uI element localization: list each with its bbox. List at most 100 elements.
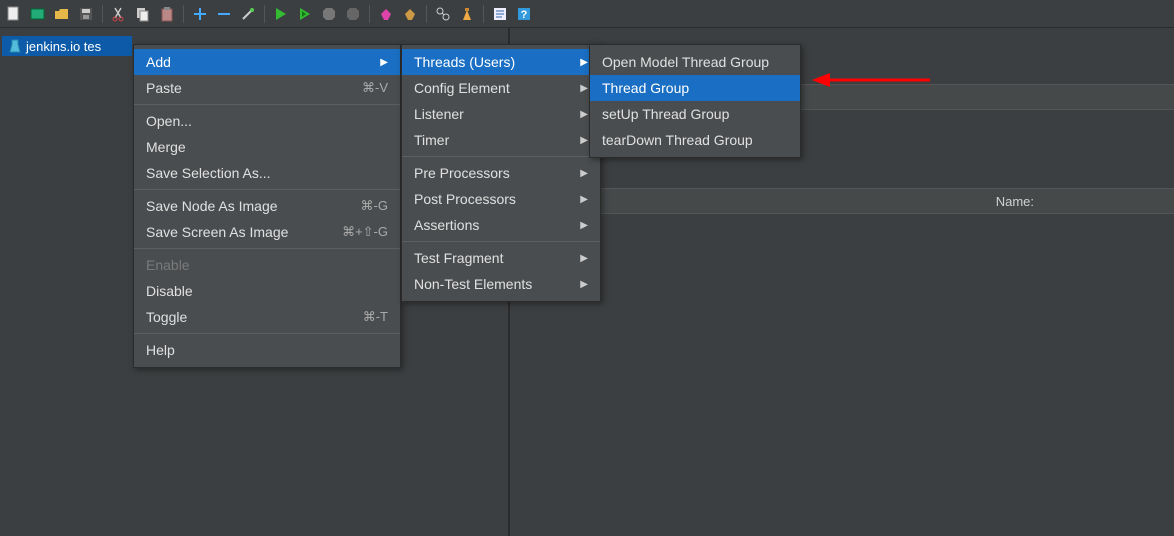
menu-item-label: Non-Test Elements xyxy=(414,276,580,292)
add-submenu-item[interactable]: Assertions▶ xyxy=(402,212,600,238)
menu-item-label: Save Selection As... xyxy=(146,165,388,181)
menu-item-label: Config Element xyxy=(414,80,580,96)
threads-submenu-item[interactable]: tearDown Thread Group xyxy=(590,127,800,153)
context-menu-add: Threads (Users)▶Config Element▶Listener▶… xyxy=(401,44,601,302)
menu-item-label: Merge xyxy=(146,139,388,155)
save-icon[interactable] xyxy=(76,4,96,24)
menu-item-label: Assertions xyxy=(414,217,580,233)
submenu-arrow-icon: ▶ xyxy=(580,135,588,146)
submenu-arrow-icon: ▶ xyxy=(580,279,588,290)
separator xyxy=(102,5,103,23)
context-menu-item[interactable]: Paste ⌘-V xyxy=(134,75,400,101)
menu-separator xyxy=(402,156,600,157)
menu-shortcut: ⌘-G xyxy=(361,198,388,214)
menu-item-label: Open Model Thread Group xyxy=(602,54,788,70)
clear-all-icon[interactable] xyxy=(400,4,420,24)
open-icon[interactable] xyxy=(52,4,72,24)
menu-item-label: Open... xyxy=(146,113,388,129)
cut-icon[interactable] xyxy=(109,4,129,24)
threads-submenu-item[interactable]: setUp Thread Group xyxy=(590,101,800,127)
menu-shortcut: ⌘-T xyxy=(363,309,388,325)
function-helper-icon[interactable] xyxy=(490,4,510,24)
context-menu-item[interactable]: Save Selection As... xyxy=(134,160,400,186)
context-menu-item[interactable]: Save Screen As Image ⌘+⇧-G xyxy=(134,219,400,245)
test-plan-icon xyxy=(8,39,22,53)
add-submenu-item[interactable]: Config Element▶ xyxy=(402,75,600,101)
menu-item-label: Disable xyxy=(146,283,388,299)
clear-icon[interactable] xyxy=(376,4,396,24)
annotation-arrow xyxy=(812,70,932,90)
menu-item-label: Pre Processors xyxy=(414,165,580,181)
new-icon[interactable] xyxy=(4,4,24,24)
separator xyxy=(369,5,370,23)
start-no-timers-icon[interactable] xyxy=(295,4,315,24)
context-menu-item[interactable]: Toggle ⌘-T xyxy=(134,304,400,330)
tree-item-label: jenkins.io tes xyxy=(26,39,101,54)
context-menu-item[interactable]: Add▶ xyxy=(134,49,400,75)
menu-separator xyxy=(134,104,400,105)
add-submenu-item[interactable]: Test Fragment▶ xyxy=(402,245,600,271)
context-menu-main: Add▶ Paste ⌘-V Open... Merge Save Selection A… xyxy=(133,44,401,368)
menu-item-label: Toggle xyxy=(146,309,345,325)
separator xyxy=(264,5,265,23)
menu-item-label: Listener xyxy=(414,106,580,122)
menu-separator xyxy=(402,241,600,242)
separator xyxy=(483,5,484,23)
reset-search-icon[interactable] xyxy=(457,4,477,24)
context-menu-item[interactable]: Merge xyxy=(134,134,400,160)
name-label: Name: xyxy=(996,194,1034,209)
tree-item-test-plan[interactable]: jenkins.io tes xyxy=(2,36,132,56)
svg-text:?: ? xyxy=(521,9,528,21)
add-submenu-item[interactable]: Non-Test Elements▶ xyxy=(402,271,600,297)
add-submenu-item[interactable]: Threads (Users)▶ xyxy=(402,49,600,75)
separator xyxy=(183,5,184,23)
context-menu-item[interactable]: Disable xyxy=(134,278,400,304)
menu-item-label: setUp Thread Group xyxy=(602,106,788,122)
context-menu-item[interactable]: Save Node As Image ⌘-G xyxy=(134,193,400,219)
paste-icon[interactable] xyxy=(157,4,177,24)
menu-item-label: Timer xyxy=(414,132,580,148)
expand-icon[interactable] xyxy=(190,4,210,24)
copy-icon[interactable] xyxy=(133,4,153,24)
context-menu-threads: Open Model Thread Group Thread Group setUp… xyxy=(589,44,801,158)
menu-item-label: tearDown Thread Group xyxy=(602,132,788,148)
templates-icon[interactable] xyxy=(28,4,48,24)
toggle-icon[interactable] xyxy=(238,4,258,24)
submenu-arrow-icon: ▶ xyxy=(380,57,388,68)
context-menu-item[interactable]: Open... xyxy=(134,108,400,134)
submenu-arrow-icon: ▶ xyxy=(580,57,588,68)
menu-shortcut: ⌘-V xyxy=(362,80,388,96)
menu-item-label: Thread Group xyxy=(602,80,788,96)
menu-shortcut: ⌘+⇧-G xyxy=(342,224,388,240)
collapse-icon[interactable] xyxy=(214,4,234,24)
menu-item-label: Threads (Users) xyxy=(414,54,580,70)
threads-submenu-item[interactable]: Thread Group xyxy=(590,75,800,101)
help-icon[interactable]: ? xyxy=(514,4,534,24)
submenu-arrow-icon: ▶ xyxy=(580,109,588,120)
add-submenu-item[interactable]: Listener▶ xyxy=(402,101,600,127)
add-submenu-item[interactable]: Pre Processors▶ xyxy=(402,160,600,186)
start-icon[interactable] xyxy=(271,4,291,24)
stop-icon[interactable] xyxy=(319,4,339,24)
menu-item-label: Save Screen As Image xyxy=(146,224,324,240)
name-row: Name: xyxy=(512,188,1174,214)
submenu-arrow-icon: ▶ xyxy=(580,220,588,231)
menu-item-label: Help xyxy=(146,342,388,358)
menu-item-label: Paste xyxy=(146,80,344,96)
menu-item-label: Post Processors xyxy=(414,191,580,207)
submenu-arrow-icon: ▶ xyxy=(580,253,588,264)
submenu-arrow-icon: ▶ xyxy=(580,194,588,205)
threads-submenu-item[interactable]: Open Model Thread Group xyxy=(590,49,800,75)
menu-item-label: Save Node As Image xyxy=(146,198,343,214)
context-menu-item[interactable]: Help xyxy=(134,337,400,363)
submenu-arrow-icon: ▶ xyxy=(580,168,588,179)
submenu-arrow-icon: ▶ xyxy=(580,83,588,94)
search-icon[interactable] xyxy=(433,4,453,24)
toolbar: ? xyxy=(0,0,1174,28)
add-submenu-item[interactable]: Post Processors▶ xyxy=(402,186,600,212)
menu-item-label: Test Fragment xyxy=(414,250,580,266)
shutdown-icon[interactable] xyxy=(343,4,363,24)
menu-separator xyxy=(134,333,400,334)
menu-separator xyxy=(134,189,400,190)
add-submenu-item[interactable]: Timer▶ xyxy=(402,127,600,153)
